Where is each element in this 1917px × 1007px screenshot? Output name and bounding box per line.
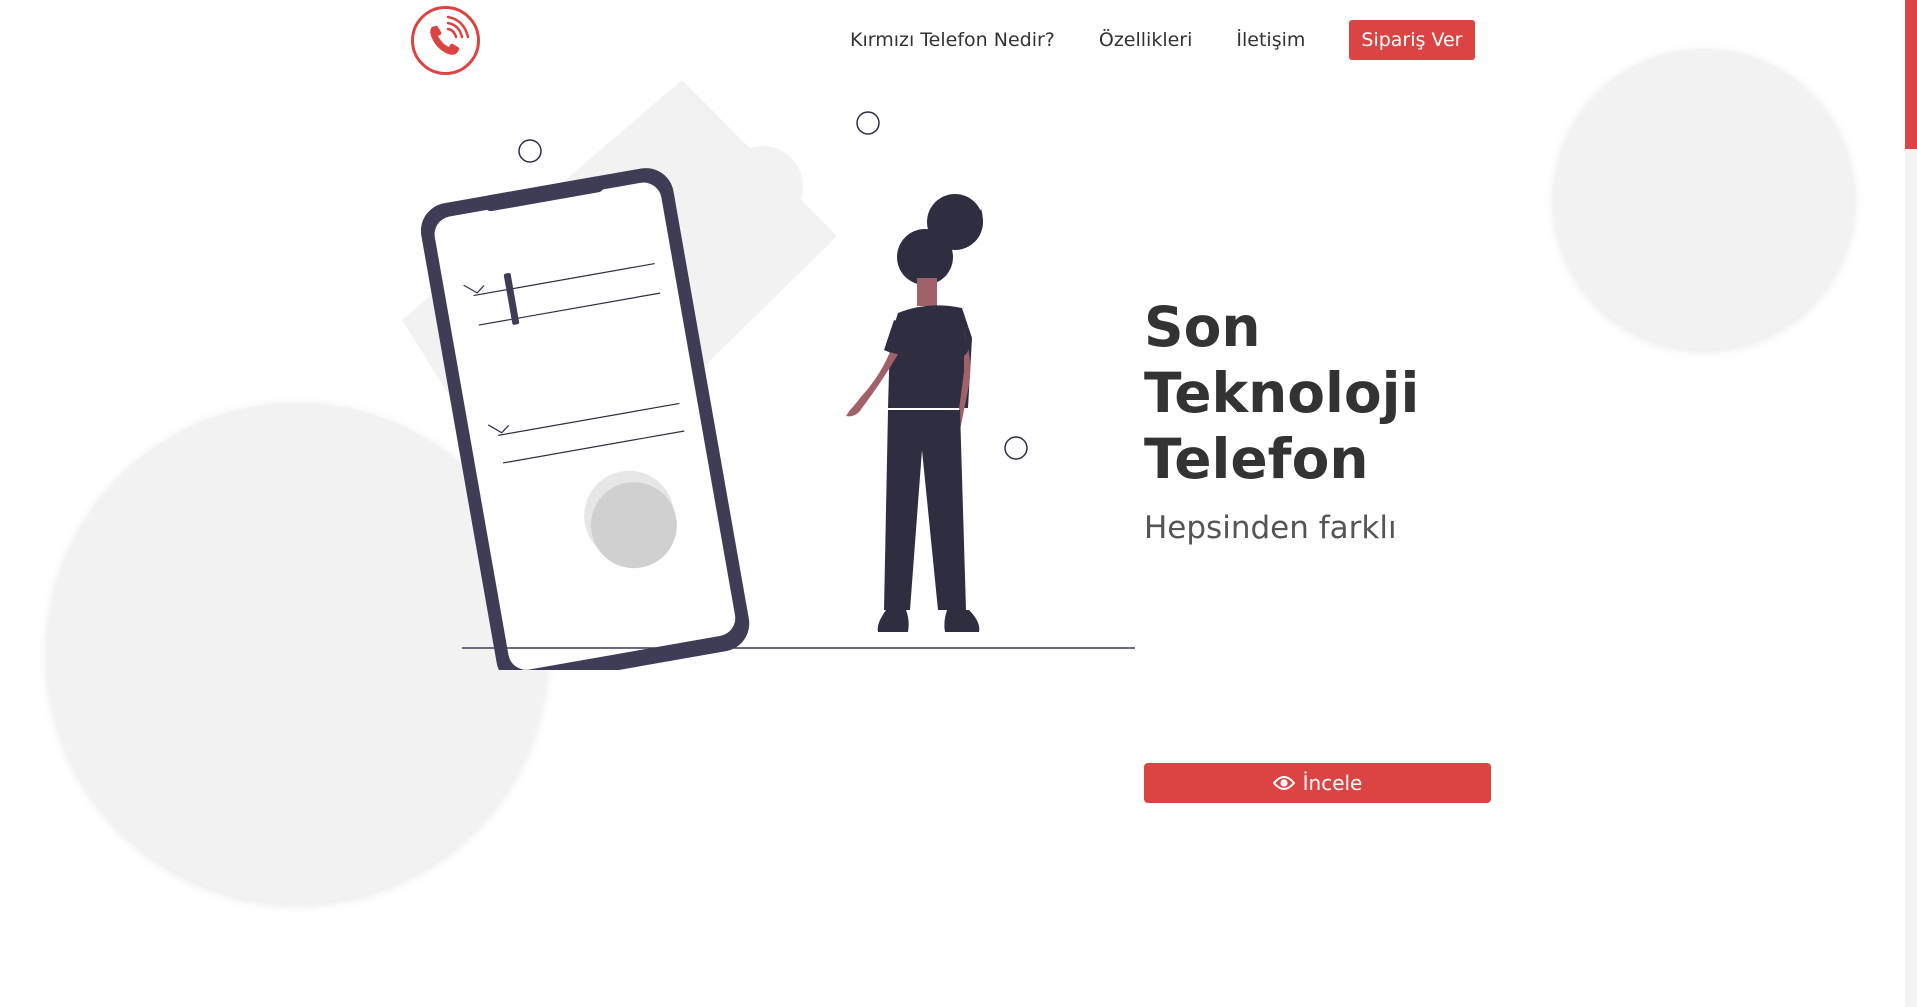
logo[interactable] <box>410 5 481 76</box>
hero-subtitle: Hepsinden farklı <box>1144 510 1397 546</box>
main-nav: Kırmızı Telefon Nedir? Özellikleri İleti… <box>850 20 1475 60</box>
order-button[interactable]: Sipariş Ver <box>1349 20 1475 60</box>
eye-icon <box>1272 775 1295 791</box>
nav-link-features[interactable]: Özellikleri <box>1099 29 1193 51</box>
nav-link-what-is[interactable]: Kırmızı Telefon Nedir? <box>850 29 1055 51</box>
hero-illustration <box>380 70 1160 687</box>
nav-link-contact[interactable]: İletişim <box>1236 29 1305 51</box>
phone-call-icon <box>411 6 480 75</box>
scrollbar-thumb[interactable] <box>1905 0 1917 149</box>
inspect-button-label: İncele <box>1302 771 1363 795</box>
hero-title: Son Teknoloji Telefon <box>1144 295 1420 491</box>
scrollbar[interactable] <box>1905 0 1917 1007</box>
inspect-button[interactable]: İncele <box>1144 763 1491 803</box>
background-circle-right <box>1554 49 1854 349</box>
